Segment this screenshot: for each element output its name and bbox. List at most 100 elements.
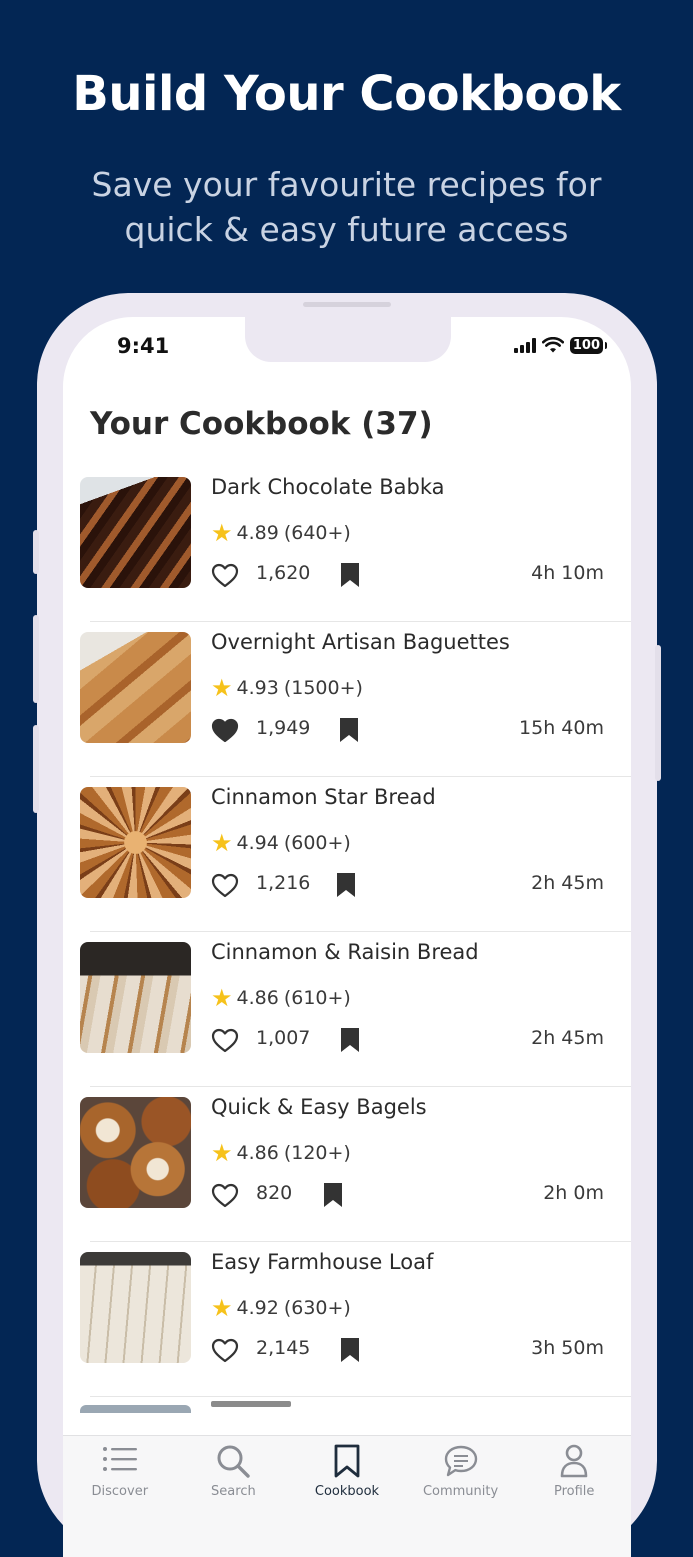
phone-speaker xyxy=(303,302,391,307)
rating-value: 4.94 xyxy=(236,832,279,854)
chat-icon xyxy=(444,1445,477,1477)
star-icon: ★ xyxy=(211,984,233,1012)
recipe-stats: 1,620 4h 10m xyxy=(211,560,604,590)
recipe-thumbnail-baguettes[interactable] xyxy=(80,632,191,743)
star-icon: ★ xyxy=(211,519,233,547)
phone-volume-down xyxy=(33,725,39,813)
list-icon xyxy=(102,1447,137,1471)
recipe-duration: 2h 0m xyxy=(543,1182,604,1204)
search-icon xyxy=(217,1445,251,1478)
recipe-row[interactable]: Cinnamon & Raisin Bread ★ 4.86 (610+) 1,… xyxy=(63,932,631,1087)
person-icon xyxy=(560,1444,588,1478)
battery-icon: 100 xyxy=(569,337,608,354)
rating-count: (1500+) xyxy=(283,677,363,699)
star-icon: ★ xyxy=(211,674,233,702)
like-count: 1,620 xyxy=(256,562,311,584)
recipe-thumbnail-bagels[interactable] xyxy=(80,1097,191,1208)
recipe-stats: 1,007 2h 45m xyxy=(211,1025,604,1055)
heart-outline-icon[interactable] xyxy=(211,1183,239,1208)
tab-cookbook[interactable]: Cookbook xyxy=(290,1436,404,1557)
recipe-rating: ★ 4.86 (120+) xyxy=(211,1139,351,1167)
phone-volume-up xyxy=(33,615,39,703)
rating-value: 4.89 xyxy=(236,522,279,544)
recipe-duration: 2h 45m xyxy=(531,872,604,894)
star-icon: ★ xyxy=(211,1294,233,1322)
heart-outline-icon[interactable] xyxy=(211,873,239,898)
rating-count: (600+) xyxy=(283,832,351,854)
recipe-stats: 820 2h 0m xyxy=(211,1180,604,1210)
recipe-row[interactable]: Dark Chocolate Babka ★ 4.89 (640+) 1,620… xyxy=(63,467,631,622)
promo-title: Build Your Cookbook xyxy=(72,66,621,122)
recipe-row[interactable]: Quick & Easy Bagels ★ 4.86 (120+) 820 2h… xyxy=(63,1087,631,1242)
recipe-name[interactable]: Overnight Artisan Baguettes xyxy=(211,630,510,654)
rating-value: 4.86 xyxy=(236,987,279,1009)
recipe-row[interactable]: Cinnamon Star Bread ★ 4.94 (600+) 1,216 … xyxy=(63,777,631,932)
heart-outline-icon[interactable] xyxy=(211,1028,239,1053)
bookmark-filled-icon[interactable] xyxy=(340,1027,360,1053)
promo-subtitle: Save your favourite recipes for quick & … xyxy=(91,165,602,249)
recipe-duration: 2h 45m xyxy=(531,1027,604,1049)
recipe-duration: 15h 40m xyxy=(519,717,604,739)
page-title: Your Cookbook (37) xyxy=(90,406,433,442)
cellular-signal-icon xyxy=(513,338,536,353)
status-icons: 100 xyxy=(513,337,608,354)
recipe-thumbnail-star-bread[interactable] xyxy=(80,787,191,898)
bookmark-filled-icon[interactable] xyxy=(339,717,359,743)
recipe-rating: ★ 4.86 (610+) xyxy=(211,984,351,1012)
star-icon: ★ xyxy=(211,829,233,857)
phone-silent-switch xyxy=(33,530,39,574)
recipe-row[interactable]: Easy Farmhouse Loaf ★ 4.92 (630+) 2,145 … xyxy=(63,1242,631,1397)
recipe-name[interactable]: Dark Chocolate Babka xyxy=(211,475,445,499)
tab-bar: Discover Search Cookbook Community Profi… xyxy=(63,1435,631,1557)
recipe-duration: 4h 10m xyxy=(531,562,604,584)
recipe-name[interactable]: Cinnamon Star Bread xyxy=(211,785,436,809)
recipe-rating: ★ 4.92 (630+) xyxy=(211,1294,351,1322)
heart-filled-icon[interactable] xyxy=(211,718,239,743)
rating-count: (640+) xyxy=(283,522,351,544)
tab-label: Community xyxy=(422,1484,499,1499)
rating-count: (630+) xyxy=(283,1297,351,1319)
like-count: 2,145 xyxy=(256,1337,311,1359)
recipe-stats: 1,216 2h 45m xyxy=(211,870,604,900)
bookmark-icon xyxy=(334,1444,360,1478)
recipe-thumbnail-babka[interactable] xyxy=(80,477,191,588)
recipe-row[interactable]: Overnight Artisan Baguettes ★ 4.93 (1500… xyxy=(63,622,631,777)
status-time: 9:41 xyxy=(117,334,170,358)
recipe-thumbnail-raisin-bread[interactable] xyxy=(80,942,191,1053)
bookmark-filled-icon[interactable] xyxy=(336,872,356,898)
rating-count: (610+) xyxy=(283,987,351,1009)
recipe-thumbnail-farmhouse-loaf[interactable] xyxy=(80,1252,191,1363)
tab-label: Search xyxy=(211,1484,256,1499)
row-divider xyxy=(90,1396,631,1397)
wifi-icon xyxy=(541,337,564,353)
like-count: 1,216 xyxy=(256,872,311,894)
recipe-name[interactable]: Quick & Easy Bagels xyxy=(211,1095,427,1119)
recipe-rating: ★ 4.93 (1500+) xyxy=(211,674,363,702)
rating-count: (120+) xyxy=(283,1142,351,1164)
star-icon: ★ xyxy=(211,1139,233,1167)
recipe-name[interactable]: Easy Farmhouse Loaf xyxy=(211,1250,433,1274)
recipe-rating: ★ 4.94 (600+) xyxy=(211,829,351,857)
recipe-list: Dark Chocolate Babka ★ 4.89 (640+) 1,620… xyxy=(63,467,631,1397)
recipe-duration: 3h 50m xyxy=(531,1337,604,1359)
recipe-stats: 2,145 3h 50m xyxy=(211,1335,604,1365)
recipe-rating: ★ 4.89 (640+) xyxy=(211,519,351,547)
tab-discover[interactable]: Discover xyxy=(63,1436,177,1557)
bookmark-filled-icon[interactable] xyxy=(323,1182,343,1208)
phone-screen: 9:41 100 Your Cookbook (37) Dark Chocola… xyxy=(63,317,631,1557)
bookmark-filled-icon[interactable] xyxy=(340,1337,360,1363)
tab-label: Cookbook xyxy=(314,1484,380,1499)
like-count: 820 xyxy=(256,1182,293,1204)
tab-search[interactable]: Search xyxy=(177,1436,291,1557)
tab-profile[interactable]: Profile xyxy=(517,1436,631,1557)
heart-outline-icon[interactable] xyxy=(211,563,239,588)
rating-value: 4.93 xyxy=(236,677,279,699)
rating-value: 4.92 xyxy=(236,1297,279,1319)
like-count: 1,949 xyxy=(256,717,311,739)
heart-outline-icon[interactable] xyxy=(211,1338,239,1363)
recipe-name[interactable]: Cinnamon & Raisin Bread xyxy=(211,940,479,964)
like-count: 1,007 xyxy=(256,1027,311,1049)
bookmark-filled-icon[interactable] xyxy=(340,562,360,588)
tab-community[interactable]: Community xyxy=(404,1436,518,1557)
rating-value: 4.86 xyxy=(236,1142,279,1164)
